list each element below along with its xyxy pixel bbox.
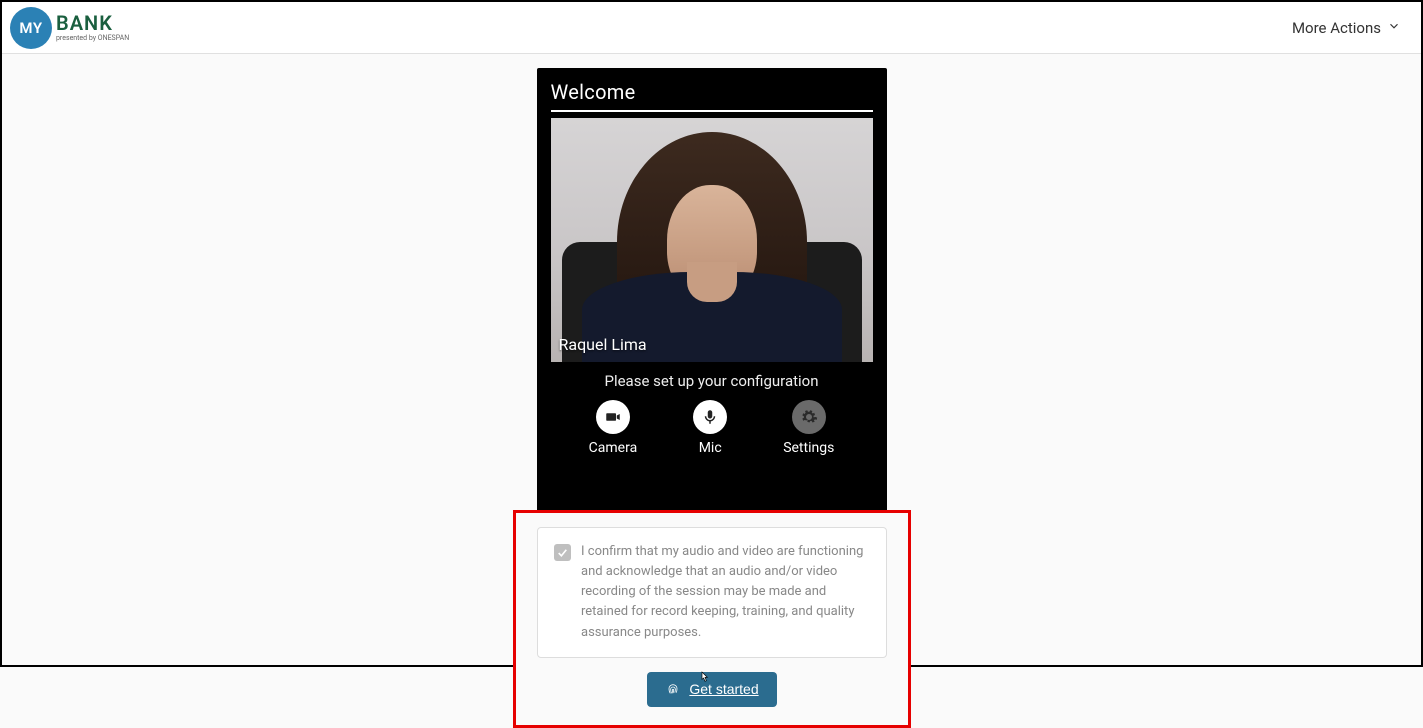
consent-checkbox[interactable]	[554, 544, 571, 561]
consent-text: I confirm that my audio and video are fu…	[581, 542, 870, 643]
device-controls: Camera Mic Settings	[551, 400, 873, 464]
gear-icon	[792, 400, 826, 434]
consent-box: I confirm that my audio and video are fu…	[537, 527, 887, 658]
app-header: MY BANK presented by ONESPAN More Action…	[2, 2, 1421, 54]
config-prompt: Please set up your configuration	[551, 372, 873, 390]
logo-circle: MY	[10, 7, 52, 49]
participant-name-overlay: Raquel Lima	[559, 335, 647, 354]
page-main: Welcome Raquel Lima Please set up your c…	[2, 54, 1421, 665]
settings-label: Settings	[783, 440, 834, 456]
more-actions-menu[interactable]: More Actions	[1292, 19, 1401, 37]
logo-bank-text: BANK	[56, 13, 129, 33]
mic-label: Mic	[699, 440, 722, 456]
get-started-label: Get started	[689, 681, 758, 697]
video-preview: Raquel Lima	[551, 118, 873, 362]
highlight-box: I confirm that my audio and video are fu…	[513, 510, 911, 728]
mic-icon	[693, 400, 727, 434]
logo-subtitle: presented by ONESPAN	[56, 35, 129, 42]
camera-icon	[596, 400, 630, 434]
chevron-down-icon	[1387, 19, 1401, 37]
welcome-title: Welcome	[551, 80, 873, 112]
logo: MY BANK presented by ONESPAN	[10, 7, 129, 49]
camera-toggle[interactable]: Camera	[589, 400, 638, 456]
more-actions-label: More Actions	[1292, 19, 1381, 37]
mic-toggle[interactable]: Mic	[693, 400, 727, 456]
fingerprint-icon	[665, 680, 681, 699]
camera-label: Camera	[589, 440, 638, 456]
logo-text-wrap: BANK presented by ONESPAN	[56, 13, 129, 42]
get-started-button[interactable]: Get started	[647, 672, 776, 707]
settings-button[interactable]: Settings	[783, 400, 834, 456]
